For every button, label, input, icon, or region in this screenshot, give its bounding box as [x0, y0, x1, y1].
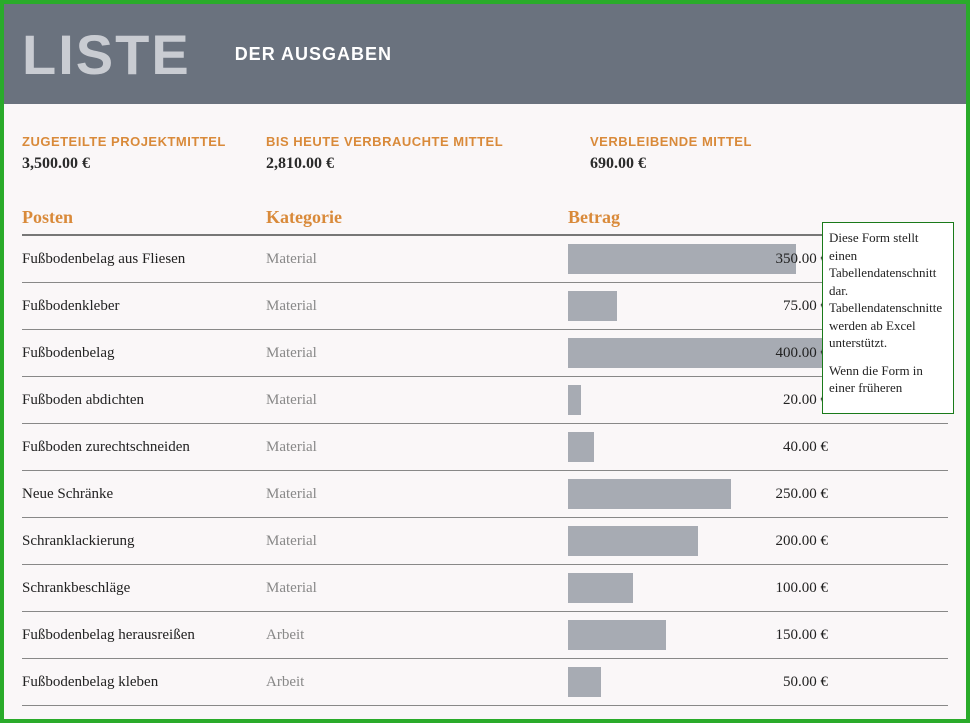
table-row[interactable]: FußbodenbelagMaterial 400.00 €	[22, 330, 948, 377]
cell-betrag: 150.00 €	[568, 612, 828, 658]
amount-label: 100.00 €	[776, 573, 829, 603]
summary-remaining-label: VERBLEIBENDE MITTEL	[590, 134, 870, 149]
cell-kategorie: Material	[266, 298, 568, 315]
summary-allocated-value: 3,500.00 €	[22, 155, 266, 173]
table-header-row: Posten Kategorie Betrag	[22, 207, 948, 236]
title-main: LISTE	[22, 22, 191, 87]
data-bar	[568, 291, 617, 321]
amount-label: 400.00 €	[776, 338, 829, 368]
cell-kategorie: Material	[266, 580, 568, 597]
cell-posten: Fußbodenbelag kleben	[22, 674, 266, 691]
cell-betrag: 50.00 €	[568, 659, 828, 705]
table-row[interactable]: FußbodenkleberMaterial75.00 €	[22, 283, 948, 330]
bar-holder: 400.00 €	[568, 338, 828, 368]
document-frame: LISTE DER AUSGABEN ZUGETEILTE PROJEKTMIT…	[0, 0, 970, 723]
table-row[interactable]: SchrankbeschlägeMaterial 100.00 €	[22, 565, 948, 612]
data-bar	[568, 385, 581, 415]
table-row[interactable]: Fußboden zurechtschneidenMaterial 40.00 €	[22, 424, 948, 471]
cell-kategorie: Arbeit	[266, 627, 568, 644]
cell-betrag: 100.00 €	[568, 565, 828, 611]
slicer-text-1: Diese Form stellt einen Tabellendatensch…	[829, 229, 947, 352]
cell-posten: Fußbodenkleber	[22, 298, 266, 315]
summary-allocated: ZUGETEILTE PROJEKTMITTEL 3,500.00 €	[22, 134, 266, 173]
data-bar	[568, 526, 698, 556]
table-row[interactable]: Fußbodenbelag herausreißenArbeit 150.00 €	[22, 612, 948, 659]
table-row[interactable]: Fußboden abdichtenMaterial20.00 €	[22, 377, 948, 424]
cell-posten: Schranklackierung	[22, 533, 266, 550]
data-bar	[568, 620, 666, 650]
cell-posten: Fußboden zurechtschneiden	[22, 439, 266, 456]
table-row[interactable]: Fußbodenbelag klebenArbeit 50.00 €	[22, 659, 948, 706]
table-row[interactable]: Neue SchränkeMaterial 250.00 €	[22, 471, 948, 518]
cell-kategorie: Material	[266, 345, 568, 362]
cell-kategorie: Material	[266, 533, 568, 550]
amount-label: 200.00 €	[776, 526, 829, 556]
cell-posten: Neue Schränke	[22, 486, 266, 503]
amount-label: 250.00 €	[776, 479, 829, 509]
cell-kategorie: Material	[266, 486, 568, 503]
summary-spent: BIS HEUTE VERBRAUCHTE MITTEL 2,810.00 €	[266, 134, 590, 173]
table-body: Fußbodenbelag aus FliesenMaterial350.00 …	[22, 236, 948, 706]
summary-remaining-value: 690.00 €	[590, 155, 870, 173]
summary-allocated-label: ZUGETEILTE PROJEKTMITTEL	[22, 134, 266, 149]
summary-remaining: VERBLEIBENDE MITTEL 690.00 €	[590, 134, 870, 173]
cell-betrag: 200.00 €	[568, 518, 828, 564]
cell-posten: Fußbodenbelag herausreißen	[22, 627, 266, 644]
col-header-posten[interactable]: Posten	[22, 207, 266, 228]
amount-label: 150.00 €	[776, 620, 829, 650]
amount-label: 50.00 €	[783, 667, 828, 697]
bar-holder: 250.00 €	[568, 479, 828, 509]
cell-kategorie: Material	[266, 392, 568, 409]
table-row[interactable]: SchranklackierungMaterial 200.00 €	[22, 518, 948, 565]
cell-posten: Fußbodenbelag	[22, 345, 266, 362]
cell-betrag: 350.00 €	[568, 236, 828, 282]
bar-holder: 150.00 €	[568, 620, 828, 650]
bar-holder: 75.00 €	[568, 291, 828, 321]
bar-holder: 50.00 €	[568, 667, 828, 697]
data-bar	[568, 244, 796, 274]
header-bar: LISTE DER AUSGABEN	[4, 4, 966, 104]
col-header-kategorie[interactable]: Kategorie	[266, 207, 568, 228]
slicer-text-2: Wenn die Form in einer früheren	[829, 362, 947, 397]
bar-holder: 20.00 €	[568, 385, 828, 415]
cell-kategorie: Material	[266, 439, 568, 456]
cell-betrag: 75.00 €	[568, 283, 828, 329]
cell-betrag: 400.00 €	[568, 330, 828, 376]
summary-spent-label: BIS HEUTE VERBRAUCHTE MITTEL	[266, 134, 590, 149]
cell-betrag: 40.00 €	[568, 424, 828, 470]
data-bar	[568, 432, 594, 462]
cell-kategorie: Material	[266, 251, 568, 268]
bar-holder: 100.00 €	[568, 573, 828, 603]
cell-kategorie: Arbeit	[266, 674, 568, 691]
bar-holder: 350.00 €	[568, 244, 828, 274]
cell-posten: Schrankbeschläge	[22, 580, 266, 597]
title-sub: DER AUSGABEN	[235, 44, 392, 65]
cell-posten: Fußboden abdichten	[22, 392, 266, 409]
data-bar	[568, 573, 633, 603]
amount-label: 350.00 €	[776, 244, 829, 274]
bar-holder: 200.00 €	[568, 526, 828, 556]
bar-holder: 40.00 €	[568, 432, 828, 462]
cell-betrag: 20.00 €	[568, 377, 828, 423]
summary-spent-value: 2,810.00 €	[266, 155, 590, 173]
cell-posten: Fußbodenbelag aus Fliesen	[22, 251, 266, 268]
data-bar	[568, 479, 731, 509]
col-header-betrag[interactable]: Betrag	[568, 207, 828, 228]
slicer-placeholder[interactable]: Diese Form stellt einen Tabellendatensch…	[822, 222, 954, 414]
cell-betrag: 250.00 €	[568, 471, 828, 517]
amount-label: 40.00 €	[783, 432, 828, 462]
summary-row: ZUGETEILTE PROJEKTMITTEL 3,500.00 € BIS …	[4, 104, 966, 181]
data-bar	[568, 667, 601, 697]
table-row[interactable]: Fußbodenbelag aus FliesenMaterial 350.00 …	[22, 236, 948, 283]
